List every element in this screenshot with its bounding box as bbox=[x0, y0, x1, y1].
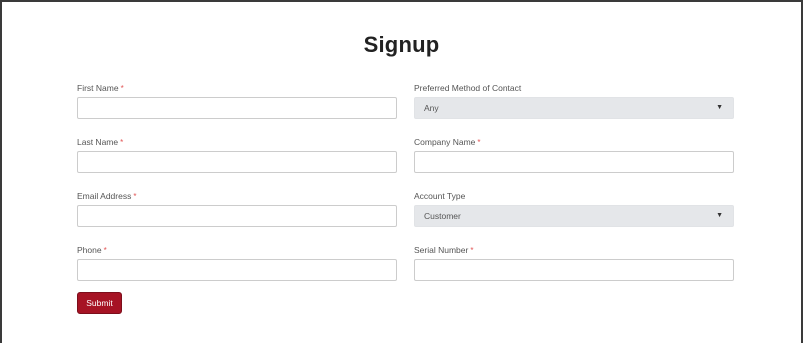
chevron-down-icon: ▼ bbox=[716, 212, 723, 219]
email-label-text: Email Address bbox=[77, 191, 132, 201]
required-mark: * bbox=[133, 192, 137, 201]
chevron-down-icon: ▼ bbox=[716, 104, 723, 111]
email-input[interactable] bbox=[77, 205, 397, 227]
account-type-label: Account Type bbox=[414, 191, 466, 201]
last-name-label: Last Name * bbox=[77, 136, 397, 148]
last-name-label-text: Last Name bbox=[77, 137, 119, 147]
first-name-label-text: First Name bbox=[77, 83, 119, 93]
phone-label: Phone * bbox=[77, 244, 397, 256]
email-group: Email Address * bbox=[77, 190, 397, 227]
company-name-input[interactable] bbox=[414, 151, 734, 173]
page-title: Signup bbox=[363, 32, 440, 57]
last-name-input[interactable] bbox=[77, 151, 397, 173]
contact-method-select[interactable]: Any ▼ bbox=[414, 97, 734, 119]
last-name-group: Last Name * bbox=[77, 136, 397, 173]
required-mark: * bbox=[120, 84, 124, 93]
page-frame: Signup First Name * Last Name * Email Addr… bbox=[0, 0, 803, 343]
serial-number-label: Serial Number * bbox=[414, 244, 734, 256]
account-type-group: Account Type Customer ▼ bbox=[414, 190, 734, 227]
required-mark: * bbox=[120, 138, 124, 147]
account-type-value: Customer bbox=[424, 211, 461, 221]
email-label: Email Address * bbox=[77, 190, 397, 202]
serial-number-group: Serial Number * bbox=[414, 244, 734, 281]
first-name-input[interactable] bbox=[77, 97, 397, 119]
phone-input[interactable] bbox=[77, 259, 397, 281]
contact-method-value: Any bbox=[424, 103, 439, 113]
contact-method-group: Preferred Method of Contact Any ▼ bbox=[414, 82, 734, 119]
company-name-label: Company Name * bbox=[414, 136, 734, 148]
submit-button[interactable]: Submit bbox=[77, 292, 122, 314]
account-type-select[interactable]: Customer ▼ bbox=[414, 205, 734, 227]
first-name-label: First Name * bbox=[77, 82, 397, 94]
first-name-group: First Name * bbox=[77, 82, 397, 119]
serial-number-input[interactable] bbox=[414, 259, 734, 281]
contact-method-label: Preferred Method of Contact bbox=[414, 83, 522, 93]
phone-label-text: Phone bbox=[77, 245, 102, 255]
required-mark: * bbox=[470, 246, 474, 255]
required-mark: * bbox=[477, 138, 481, 147]
serial-number-label-text: Serial Number bbox=[414, 245, 469, 255]
company-name-label-text: Company Name bbox=[414, 137, 476, 147]
company-name-group: Company Name * bbox=[414, 136, 734, 173]
required-mark: * bbox=[103, 246, 107, 255]
phone-group: Phone * bbox=[77, 244, 397, 281]
